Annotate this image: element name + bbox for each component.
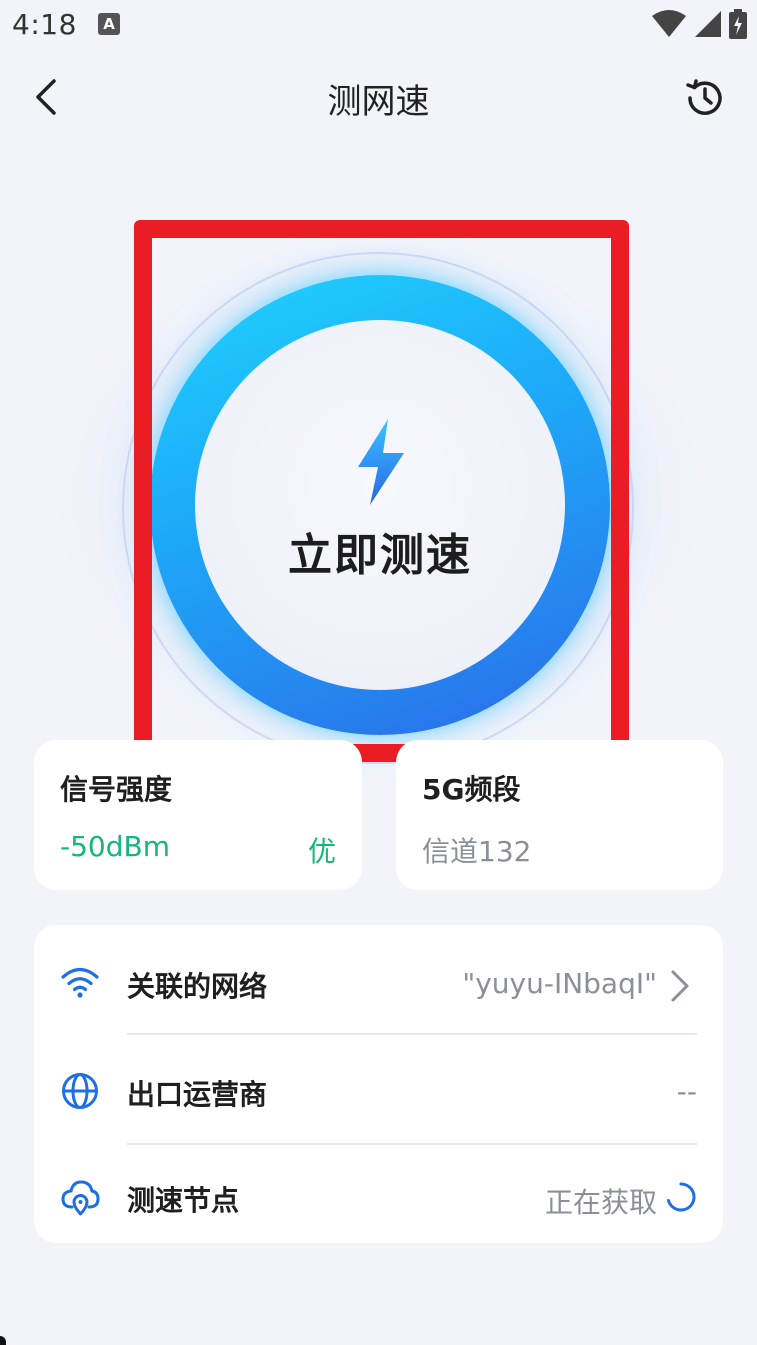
row-divider <box>127 1033 697 1035</box>
row-divider <box>127 1143 697 1145</box>
signal-strength-value: -50dBm <box>60 830 170 863</box>
egress-carrier-value: -- <box>676 1075 697 1108</box>
cell-signal-icon <box>695 11 721 37</box>
signal-quality-badge: 优 <box>307 835 336 868</box>
history-button[interactable] <box>679 72 731 124</box>
wifi-signal-icon <box>652 10 686 37</box>
chevron-right-icon <box>671 970 689 1002</box>
associated-network-value: "yuyu-INbaqI" <box>462 967 657 1000</box>
screen-corner <box>0 1336 6 1345</box>
egress-carrier-row: 出口运营商 -- <box>34 1041 723 1141</box>
egress-carrier-label: 出口运营商 <box>127 1078 268 1111</box>
status-indicators <box>651 8 747 40</box>
status-time: 4:18 <box>12 8 77 41</box>
page-title: 测网速 <box>327 82 430 122</box>
band-title: 5G频段 <box>422 773 521 806</box>
signal-strength-title: 信号强度 <box>60 773 173 806</box>
speed-test-node-row: 测速节点 正在获取 <box>34 1149 723 1249</box>
speed-ring-center: 立即测速 <box>195 320 565 690</box>
status-bar: 4:18 A <box>0 0 757 54</box>
network-info-card: 关联的网络 "yuyu-INbaqI" 出口运营商 -- 测速节点 正在获取 <box>34 925 723 1243</box>
speed-test-node-label: 测速节点 <box>127 1184 240 1217</box>
history-clock-icon <box>686 79 722 115</box>
notification-a-icon: A <box>98 13 120 35</box>
cloud-location-icon <box>61 1180 100 1216</box>
globe-icon <box>62 1073 98 1109</box>
speed-test-node-status: 正在获取 <box>544 1186 657 1219</box>
band-card: 5G频段 信道132 <box>396 740 723 890</box>
start-speed-test-label: 立即测速 <box>288 530 472 581</box>
start-speed-test-button[interactable]: 立即测速 <box>150 275 610 735</box>
lightning-bolt-icon <box>358 419 404 505</box>
band-channel-value: 信道132 <box>422 835 532 868</box>
battery-icon <box>729 9 747 39</box>
associated-network-row[interactable]: 关联的网络 "yuyu-INbaqI" <box>34 931 723 1031</box>
top-app-bar: 测网速 <box>0 54 757 144</box>
associated-network-label: 关联的网络 <box>127 970 268 1003</box>
signal-strength-card: 信号强度 -50dBm 优 <box>34 740 362 890</box>
loading-spinner-icon <box>667 1182 696 1212</box>
wifi-icon <box>61 967 99 998</box>
